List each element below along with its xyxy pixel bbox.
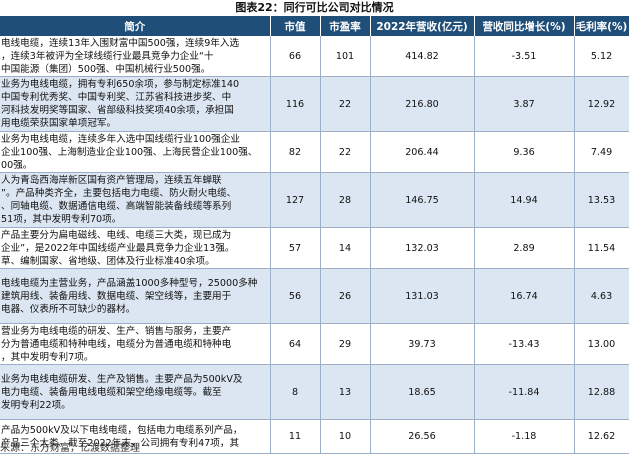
growth-cell: 3.87 — [474, 76, 575, 132]
growth-cell: -3.51 — [474, 36, 575, 77]
intro-cell: 营业务为电线电缆的研发、生产、销售与服务，主要产 分为普通电缆和特种电线，电缆分… — [0, 323, 271, 365]
growth-cell: -13.43 — [474, 323, 575, 365]
intro-line: 营业务为电线电缆的研发、生产、销售与服务，主要产 — [1, 325, 232, 337]
revenue-cell: 216.80 — [370, 76, 475, 132]
margin-cell: 13.00 — [574, 323, 629, 365]
market-cap-cell: 56 — [270, 268, 321, 324]
table-row: 业务为电线电缆，拥有专利650余项，参与制定标准140 中国专利优秀奖、中国专利… — [0, 76, 629, 132]
table-row: 人为青岛西海岸新区国有资产管理局，连续五年蝉联 ”。产品种类齐全，主要包括电力电… — [0, 172, 629, 228]
market-cap-cell: 64 — [270, 323, 321, 365]
figure-title: 图表22：同行可比公司对比情况 — [235, 1, 394, 14]
intro-line: ”。产品种类齐全，主要包括电力电缆、防火耐火电缆、 — [1, 188, 237, 199]
margin-cell: 11.54 — [574, 227, 629, 269]
pe-cell: 14 — [320, 227, 371, 269]
intro-cell: 电线电缆，连续13年入围财富中国500强，连续9年入选 ，连续3年被评为全球线缆… — [0, 36, 271, 77]
header-revenue: 2022年营收(亿元) — [370, 16, 475, 36]
revenue-cell: 414.82 — [370, 36, 475, 77]
source-note: 来源：东方财富，亿渡数据整理 — [0, 443, 140, 454]
intro-line: 分为普通电缆和特种电线，电缆分为普通电缆和特种电 — [1, 338, 232, 350]
table-row: 电线电缆，连续13年入围财富中国500强，连续9年入选 ，连续3年被评为全球线缆… — [0, 36, 629, 77]
growth-cell: 2.89 — [474, 227, 575, 269]
intro-line: 河科技发明奖等国家、省部级科技奖项40余项，承担国 — [1, 105, 234, 116]
pe-cell: 26 — [320, 268, 371, 324]
revenue-cell: 132.03 — [370, 227, 475, 269]
growth-cell: 16.74 — [474, 268, 575, 324]
intro-cell: 人为青岛西海岸新区国有资产管理局，连续五年蝉联 ”。产品种类齐全，主要包括电力电… — [0, 172, 271, 228]
growth-cell: 9.36 — [474, 131, 575, 173]
intro-line: 电线电缆，连续13年入围财富中国500强，连续9年入选 — [1, 37, 240, 49]
intro-cell: 电线电缆为主营业务，产品涵盖1000多种型号，25000多种 建筑用线、装备用线… — [0, 268, 271, 324]
revenue-cell: 18.65 — [370, 364, 475, 420]
revenue-cell: 131.03 — [370, 268, 475, 324]
header-growth: 营收同比增长(%) — [474, 16, 575, 36]
pe-cell: 29 — [320, 323, 371, 365]
table-row: 产品主要分为扁电磁线、电线、电缆三大类，现已成为 企业”，是2022年中国线缆产… — [0, 227, 629, 269]
pe-cell: 13 — [320, 364, 371, 420]
margin-cell: 4.63 — [574, 268, 629, 324]
margin-cell: 12.92 — [574, 76, 629, 132]
pe-cell: 22 — [320, 131, 371, 173]
header-pe: 市盈率 — [320, 16, 371, 36]
intro-line: 51项，其中发明专利70项。 — [1, 214, 122, 225]
revenue-cell: 146.75 — [370, 172, 475, 228]
intro-line: 发明专利22项。 — [1, 399, 71, 411]
table-row: 业务为电线电缆，连续多年入选中国线缆行业100强企业 企业100强、上海制造业企… — [0, 131, 629, 173]
margin-cell: 5.12 — [574, 36, 629, 77]
intro-line: 用电缆荣获国家单项冠军。 — [1, 118, 117, 129]
intro-line: 中国能源（集团）500强、中国机械行业500强。 — [1, 63, 211, 75]
growth-cell: 14.94 — [474, 172, 575, 228]
intro-line: 人为青岛西海岸新区国有资产管理局，连续五年蝉联 — [1, 175, 222, 186]
intro-line: 草、编制国家、省地级、团体及行业标准40余项。 — [1, 255, 215, 267]
intro-cell: 业务为电线电缆研发、生产及销售。主要产品为500kV及 电力电缆、装备用电线电缆… — [0, 364, 271, 420]
intro-line: 业务为电线电缆，拥有专利650余项，参与制定标准140 — [1, 79, 240, 90]
pe-cell: 101 — [320, 36, 371, 77]
growth-cell: -11.84 — [474, 364, 575, 420]
intro-line: 企业”，是2022年中国线缆产业最具竞争力企业13强。 — [1, 242, 235, 254]
market-cap-cell: 57 — [270, 227, 321, 269]
comparison-table: 简介 市值 市盈率 2022年营收(亿元) 营收同比增长(%) 毛利率(%) 电… — [0, 16, 629, 454]
pe-cell: 28 — [320, 172, 371, 228]
intro-line: 业务为电线电缆研发、生产及销售。主要产品为500kV及 — [1, 373, 243, 385]
revenue-cell: 39.73 — [370, 323, 475, 365]
margin-cell: 12.62 — [574, 419, 629, 454]
intro-line: ，其中发明专利7项。 — [1, 351, 94, 363]
margin-cell: 13.53 — [574, 172, 629, 228]
table-row: 营业务为电线电缆的研发、生产、销售与服务，主要产 分为普通电缆和特种电线，电缆分… — [0, 323, 629, 365]
market-cap-cell: 116 — [270, 76, 321, 132]
intro-line: 产品为500kV及以下电线电缆，包括电力电缆系列产品， — [1, 424, 243, 436]
market-cap-cell: 127 — [270, 172, 321, 228]
table-row: 业务为电线电缆研发、生产及销售。主要产品为500kV及 电力电缆、装备用电线电缆… — [0, 364, 629, 420]
intro-line: 电力电缆、装备用电线电缆和架空绝缘电缆等。截至 — [1, 386, 222, 398]
growth-cell: -1.18 — [474, 419, 575, 454]
intro-line: 产品主要分为扁电磁线、电线、电缆三大类，现已成为 — [1, 229, 232, 241]
intro-line: 、同轴电缆、数据通信电缆、高端智能装备线缆等系列 — [1, 201, 232, 212]
intro-line: 业务为电线电缆，连续多年入选中国线缆行业100强企业 — [1, 133, 240, 145]
header-margin: 毛利率(%) — [574, 16, 629, 36]
market-cap-cell: 66 — [270, 36, 321, 77]
intro-cell: 业务为电线电缆，拥有专利650余项，参与制定标准140 中国专利优秀奖、中国专利… — [0, 76, 271, 132]
intro-cell: 产品主要分为扁电磁线、电线、电缆三大类，现已成为 企业”，是2022年中国线缆产… — [0, 227, 271, 269]
header-market-cap: 市值 — [270, 16, 321, 36]
intro-line: 中国专利优秀奖、中国专利奖、江苏省科技进步奖、中 — [1, 92, 232, 103]
intro-line: 00强。 — [1, 159, 33, 171]
table-row: 电线电缆为主营业务，产品涵盖1000多种型号，25000多种 建筑用线、装备用线… — [0, 268, 629, 324]
revenue-cell: 26.56 — [370, 419, 475, 454]
market-cap-cell: 8 — [270, 364, 321, 420]
intro-line: 电器、仪表所不可缺少的器材。 — [1, 303, 136, 315]
intro-line: 企业100强、上海制造业企业100强、上海民营企业100强、 — [1, 146, 258, 158]
table-header-row: 简介 市值 市盈率 2022年营收(亿元) 营收同比增长(%) 毛利率(%) — [0, 16, 629, 36]
margin-cell: 12.88 — [574, 364, 629, 420]
intro-line: ，连续3年被评为全球线缆行业最具竞争力企业“十 — [1, 50, 214, 62]
intro-line: 建筑用线、装备用线、数据电缆、架空线等，主要用于 — [1, 290, 232, 302]
revenue-cell: 206.44 — [370, 131, 475, 173]
header-intro: 简介 — [0, 16, 271, 36]
intro-line: 电线电缆为主营业务，产品涵盖1000多种型号，25000多种 — [1, 277, 258, 289]
intro-cell: 业务为电线电缆，连续多年入选中国线缆行业100强企业 企业100强、上海制造业企… — [0, 131, 271, 173]
market-cap-cell: 82 — [270, 131, 321, 173]
margin-cell: 7.49 — [574, 131, 629, 173]
pe-cell: 10 — [320, 419, 371, 454]
pe-cell: 22 — [320, 76, 371, 132]
market-cap-cell: 11 — [270, 419, 321, 454]
